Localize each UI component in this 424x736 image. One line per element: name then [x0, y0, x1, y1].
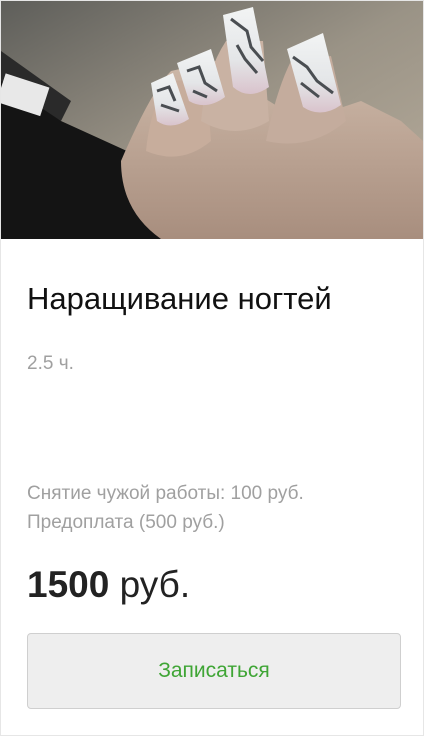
service-duration: 2.5 ч.	[27, 353, 74, 374]
service-photo	[1, 1, 423, 239]
book-button-label: Записаться	[158, 659, 270, 682]
note-removal: Снятие чужой работы: 100 руб.	[27, 483, 304, 504]
service-card: Наращивание ногтей 2.5 ч. Снятие чужой р…	[0, 0, 424, 736]
service-notes: Снятие чужой работы: 100 руб. Предоплата…	[27, 479, 304, 537]
note-prepayment: Предоплата (500 руб.)	[27, 512, 225, 533]
price-amount: 1500	[27, 564, 110, 605]
book-button[interactable]: Записаться	[27, 633, 401, 709]
service-title: Наращивание ногтей	[27, 281, 332, 316]
price-currency: руб.	[119, 564, 191, 605]
service-price: 1500 руб.	[27, 564, 190, 606]
